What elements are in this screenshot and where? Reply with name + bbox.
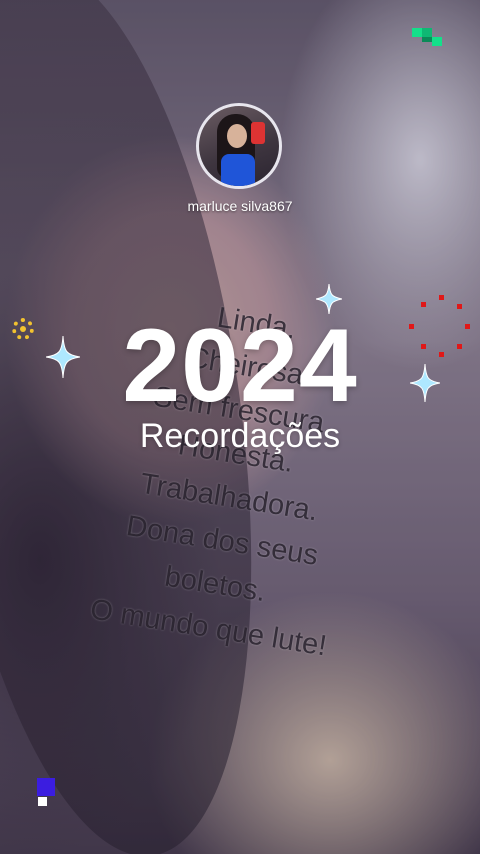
sparkle-icon bbox=[316, 284, 342, 314]
gear-icon bbox=[12, 318, 34, 340]
profile-avatar[interactable] bbox=[196, 103, 282, 189]
memories-subtitle: Recordações bbox=[139, 417, 341, 455]
decorative-square bbox=[37, 778, 55, 796]
firework-dots-icon bbox=[405, 292, 475, 362]
profile-username[interactable]: marluce silva867 bbox=[0, 198, 480, 214]
decorative-square bbox=[38, 797, 47, 806]
sparkle-icon bbox=[410, 364, 440, 402]
sparkle-icon bbox=[46, 336, 80, 378]
